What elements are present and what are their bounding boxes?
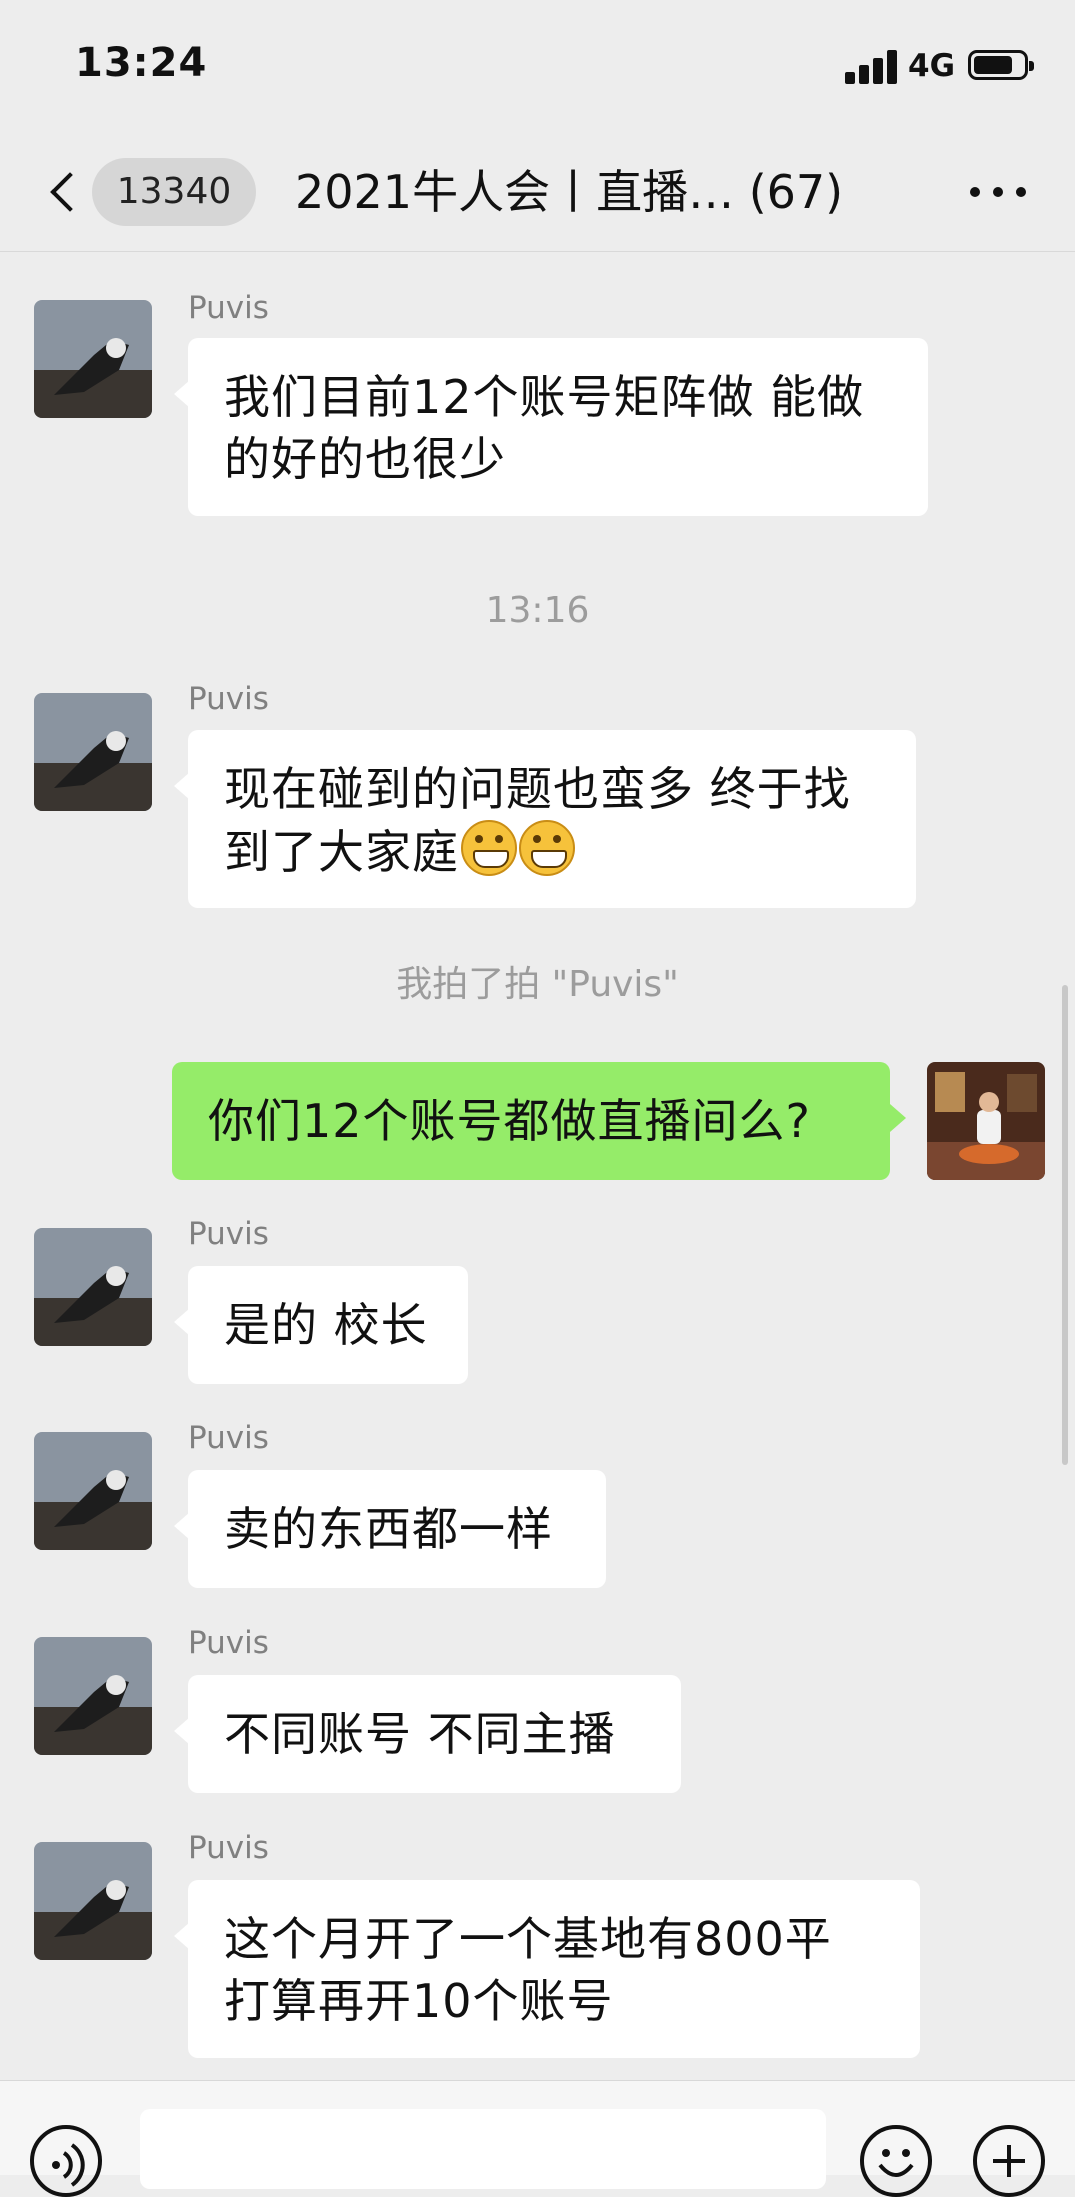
message-text: 我们目前12个账号矩阵做 能做 (224, 370, 865, 424)
message-text: 这个月开了一个基地有800平 (224, 1912, 832, 1966)
sender-name: Puvis (188, 290, 269, 326)
scrollbar[interactable] (1062, 985, 1068, 1465)
message-text: 打算再开10个账号 (224, 1974, 614, 2028)
avatar-puvis[interactable] (34, 300, 152, 418)
sender-name: Puvis (188, 681, 269, 717)
signal-icon (845, 48, 901, 84)
unread-count-badge[interactable]: 13340 (92, 158, 256, 226)
avatar-puvis[interactable] (34, 1432, 152, 1550)
grin-emoji-icon (461, 820, 517, 876)
timestamp: 13:16 (485, 590, 590, 631)
network-type: 4G (908, 48, 956, 84)
plus-icon[interactable] (973, 2125, 1045, 2197)
more-icon[interactable] (968, 170, 1028, 210)
message-bubble[interactable]: 这个月开了一个基地有800平 打算再开10个账号 (174, 1880, 920, 2058)
status-bar: 13:24 4G (0, 0, 1075, 130)
avatar-self[interactable] (927, 1062, 1045, 1180)
message-text: 现在碰到的问题也蛮多 终于找 (224, 762, 851, 816)
message-bubble[interactable]: 不同账号 不同主播 (174, 1675, 681, 1793)
avatar-puvis[interactable] (34, 1637, 152, 1755)
message-bubble-self[interactable]: 你们12个账号都做直播间么? (172, 1062, 906, 1180)
message-bubble[interactable]: 卖的东西都一样 (174, 1470, 606, 1588)
message-bubble[interactable]: 现在碰到的问题也蛮多 终于找 到了大家庭 (174, 730, 916, 908)
status-time: 13:24 (75, 40, 208, 86)
message-bubble[interactable]: 我们目前12个账号矩阵做 能做 的好的也很少 (174, 338, 928, 516)
battery-icon (968, 50, 1034, 80)
message-text: 到了大家庭 (224, 825, 459, 879)
back-chevron-icon[interactable] (44, 168, 84, 218)
message-text: 的好的也很少 (224, 432, 506, 486)
sender-name: Puvis (188, 1216, 269, 1252)
chat-title: 2021牛人会丨直播… (67) (295, 165, 844, 219)
message-text: 不同账号 不同主播 (224, 1707, 616, 1761)
message-text: 是的 校长 (224, 1298, 428, 1352)
message-text: 你们12个账号都做直播间么? (208, 1094, 811, 1148)
avatar-puvis[interactable] (34, 1228, 152, 1346)
sender-name: Puvis (188, 1420, 269, 1456)
avatar-puvis[interactable] (34, 1842, 152, 1960)
pat-notice: 我拍了拍 "Puvis" (396, 964, 679, 1005)
sender-name: Puvis (188, 1625, 269, 1661)
emoji-icon[interactable] (860, 2125, 932, 2197)
grin-emoji-icon (519, 820, 575, 876)
message-input[interactable] (140, 2109, 826, 2189)
sender-name: Puvis (188, 1830, 269, 1866)
chat-header: 13340 2021牛人会丨直播… (67) (0, 130, 1075, 252)
message-bubble[interactable]: 是的 校长 (174, 1266, 468, 1384)
input-bar (0, 2080, 1075, 2197)
message-text: 卖的东西都一样 (224, 1502, 553, 1556)
avatar-puvis[interactable] (34, 693, 152, 811)
voice-icon[interactable] (30, 2125, 102, 2197)
